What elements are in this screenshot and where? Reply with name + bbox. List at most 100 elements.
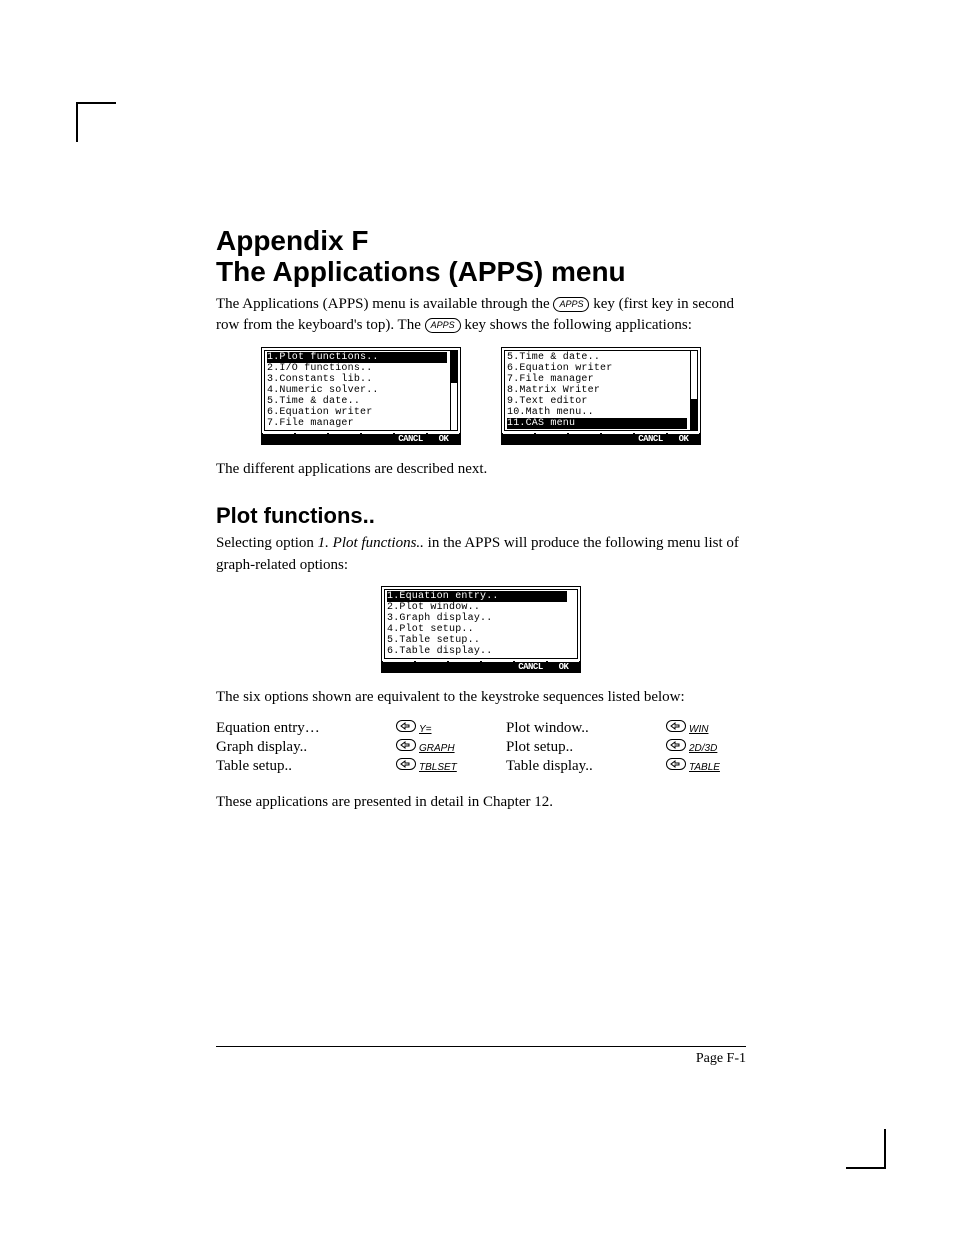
apps-screenshots-row: 1.Plot functions.. 2.I/O functions.. 3.C… [216, 347, 746, 445]
apps-key-icon: APPS [425, 318, 461, 333]
option-label: Plot setup.. [486, 738, 666, 757]
table-row: Table setup.. TBLSET Table display.. TAB… [216, 757, 746, 776]
list-item: 5.Time & date.. [507, 352, 687, 363]
pf-text-a: Selecting option [216, 535, 318, 551]
left-shift-key-icon [666, 758, 686, 770]
closing-text: These applications are presented in deta… [216, 792, 746, 814]
softkey [482, 661, 513, 672]
keystroke: GRAPH [396, 738, 486, 757]
section-heading-plot-functions: Plot functions.. [216, 503, 746, 529]
pf-text-ital: 1. Plot functions.. [318, 535, 424, 551]
footer-rule [216, 1046, 746, 1047]
softkey-cancel: CANCL [635, 433, 666, 444]
list-item: 1.Equation entry.. [387, 591, 567, 602]
keystroke: WIN [666, 719, 746, 738]
softkey-bar: CANCL OK [262, 433, 460, 444]
apps-menu-screenshot-2: 5.Time & date.. 6.Equation writer 7.File… [501, 347, 701, 445]
apps-key-icon: APPS [553, 297, 589, 312]
list-item: 10.Math menu.. [507, 407, 687, 418]
list-item: 3.Constants lib.. [267, 374, 447, 385]
list-item: 5.Time & date.. [267, 396, 447, 407]
softkey-bar: CANCL OK [502, 433, 700, 444]
softkey [296, 433, 327, 444]
left-shift-key-icon [396, 720, 416, 732]
key-label: TABLE [686, 762, 720, 773]
softkey-cancel: CANCL [395, 433, 426, 444]
left-shift-key-icon [396, 739, 416, 751]
list-item: 2.Plot window.. [387, 602, 567, 613]
softkey [362, 433, 393, 444]
option-label: Graph display.. [216, 738, 396, 757]
keystroke: TBLSET [396, 757, 486, 776]
left-shift-key-icon [666, 739, 686, 751]
intro-paragraph: The Applications (APPS) menu is availabl… [216, 294, 746, 338]
page-footer: Page F-1 [216, 1046, 746, 1067]
plot-functions-screenshot: 1.Equation entry.. 2.Plot window.. 3.Gra… [381, 586, 581, 673]
equivalence-text: The six options shown are equivalent to … [216, 687, 746, 709]
list-item: 6.Equation writer [507, 363, 687, 374]
page-title: Appendix F The Applications (APPS) menu [216, 226, 746, 288]
apps-list-2: 5.Time & date.. 6.Equation writer 7.File… [504, 350, 698, 431]
keystroke-table: Equation entry… Y= Plot window.. WIN Gra… [216, 719, 746, 776]
softkey-bar: CANCL OK [382, 661, 580, 672]
title-line2: The Applications (APPS) menu [216, 256, 626, 287]
apps-menu-screenshot-1: 1.Plot functions.. 2.I/O functions.. 3.C… [261, 347, 461, 445]
softkey-cancel: CANCL [515, 661, 546, 672]
softkey-ok: OK [668, 433, 699, 444]
list-item: 9.Text editor [507, 396, 687, 407]
crop-mark-top-left [76, 102, 116, 142]
key-label: 2D/3D [686, 743, 717, 754]
list-item: 7.File manager [507, 374, 687, 385]
title-line1: Appendix F [216, 225, 368, 256]
key-label: Y= [416, 724, 432, 735]
softkey-ok: OK [428, 433, 459, 444]
keystroke: 2D/3D [666, 738, 746, 757]
left-shift-key-icon [666, 720, 686, 732]
crop-mark-bottom-right [846, 1129, 886, 1169]
list-item: 8.Matrix Writer [507, 385, 687, 396]
softkey [263, 433, 294, 444]
table-row: Graph display.. GRAPH Plot setup.. 2D/3D [216, 738, 746, 757]
list-item: 6.Equation writer [267, 407, 447, 418]
softkey [383, 661, 414, 672]
list-item: 6.Table display.. [387, 646, 567, 657]
option-label: Plot window.. [486, 719, 666, 738]
list-item: 4.Plot setup.. [387, 624, 567, 635]
softkey [416, 661, 447, 672]
list-item: 11.CAS menu [507, 418, 687, 429]
apps-list-1: 1.Plot functions.. 2.I/O functions.. 3.C… [264, 350, 458, 431]
list-item: 5.Table setup.. [387, 635, 567, 646]
option-label: Table setup.. [216, 757, 396, 776]
key-label: GRAPH [416, 743, 455, 754]
softkey [536, 433, 567, 444]
list-item: 4.Numeric solver.. [267, 385, 447, 396]
softkey [329, 433, 360, 444]
plot-list: 1.Equation entry.. 2.Plot window.. 3.Gra… [384, 589, 578, 659]
intro-text-3: key shows the following applications: [461, 317, 692, 333]
list-item: 2.I/O functions.. [267, 363, 447, 374]
softkey [569, 433, 600, 444]
key-label: WIN [686, 724, 708, 735]
page: Appendix F The Applications (APPS) menu … [0, 0, 954, 1235]
option-label: Table display.. [486, 757, 666, 776]
softkey [602, 433, 633, 444]
intro-text-1: The Applications (APPS) menu is availabl… [216, 296, 553, 312]
keystroke: TABLE [666, 757, 746, 776]
page-number: Page F-1 [216, 1051, 746, 1067]
list-item: 7.File manager [267, 418, 447, 429]
scrollbar-icon [690, 351, 697, 430]
plot-functions-paragraph: Selecting option 1. Plot functions.. in … [216, 533, 746, 577]
table-row: Equation entry… Y= Plot window.. WIN [216, 719, 746, 738]
list-item: 1.Plot functions.. [267, 352, 447, 363]
scrollbar-icon [450, 351, 457, 430]
keystroke: Y= [396, 719, 486, 738]
key-label: TBLSET [416, 762, 457, 773]
list-item: 3.Graph display.. [387, 613, 567, 624]
left-shift-key-icon [396, 758, 416, 770]
plot-functions-screenshot-wrap: 1.Equation entry.. 2.Plot window.. 3.Gra… [216, 586, 746, 673]
option-label: Equation entry… [216, 719, 396, 738]
after-shots-text: The different applications are described… [216, 459, 746, 481]
softkey-ok: OK [548, 661, 579, 672]
page-content: Appendix F The Applications (APPS) menu … [216, 226, 746, 824]
softkey [503, 433, 534, 444]
